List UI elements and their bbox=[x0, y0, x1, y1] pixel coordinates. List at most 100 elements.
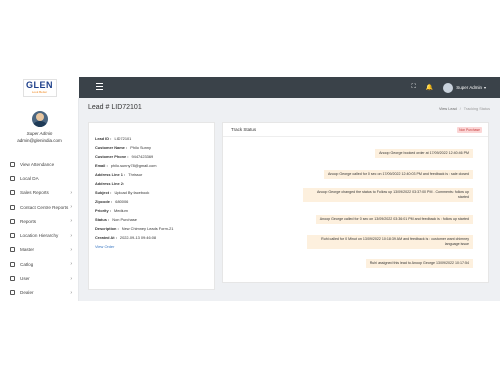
sidebar-item-label: Contact Centre Reports bbox=[20, 204, 69, 210]
sidebar-item-location-hierarchy[interactable]: Location Hierarchy › bbox=[0, 228, 79, 242]
chevron-right-icon: › bbox=[70, 261, 72, 268]
sidebar-item-dealer[interactable]: Dealer › bbox=[0, 286, 79, 300]
chevron-right-icon: › bbox=[70, 218, 72, 225]
sidebar-item-label: View Attendance bbox=[20, 161, 55, 167]
field-label: Address Line 1 : bbox=[95, 172, 126, 177]
breadcrumb-view-lead[interactable]: View Lead bbox=[439, 107, 457, 111]
chart-icon bbox=[10, 190, 15, 196]
chevron-right-icon: › bbox=[70, 275, 72, 282]
field-value: 680006 bbox=[115, 199, 129, 204]
field-zipcode: Zipcode :680006 bbox=[95, 199, 173, 208]
field-customer-phone: Customer Phone :9447423369 bbox=[95, 154, 173, 163]
field-label: Email : bbox=[95, 163, 108, 168]
chevron-right-icon: › bbox=[70, 246, 72, 253]
logo-text: GLEN bbox=[25, 80, 53, 90]
sidebar-menu: View Attendance Local DA Sales Reports › … bbox=[0, 157, 79, 300]
sidebar-item-label: Local DA bbox=[20, 175, 39, 181]
chevron-right-icon: › bbox=[70, 232, 72, 239]
chevron-right-icon: › bbox=[70, 204, 72, 211]
sidebar-item-label: Catlog bbox=[20, 261, 34, 267]
divider bbox=[223, 136, 488, 137]
sidebar-item-user[interactable]: User › bbox=[0, 271, 79, 285]
chevron-down-icon[interactable]: ▾ bbox=[484, 85, 486, 90]
track-message: Anoop George changed the status to Follo… bbox=[303, 188, 473, 202]
field-label: Customer Name : bbox=[95, 145, 128, 150]
app-frame: GLEN Look Better Super Admin admin@gleni… bbox=[0, 77, 500, 301]
sidebar-item-sales-reports[interactable]: Sales Reports › bbox=[0, 186, 79, 200]
field-label: Address Line 2: bbox=[95, 181, 125, 186]
sidebar-item-catlog[interactable]: Catlog › bbox=[0, 257, 79, 271]
breadcrumb: View Lead / Tracking Status bbox=[439, 107, 490, 111]
breadcrumb-current: Tracking Status bbox=[463, 107, 490, 111]
user-avatar[interactable] bbox=[443, 82, 454, 93]
grid-icon bbox=[10, 247, 15, 253]
calendar-icon bbox=[10, 161, 15, 167]
sidebar-item-view-attendance[interactable]: View Attendance bbox=[0, 157, 79, 171]
top-bar: ⛶ 🔔 Super Admin ▾ bbox=[79, 77, 500, 98]
field-value: philo.sunny78@gmail.com bbox=[110, 163, 157, 168]
field-description: Description : New Chimney Leads Form-21 bbox=[95, 226, 173, 235]
view-order-link[interactable]: View Order bbox=[95, 244, 173, 253]
field-address-2: Address Line 2: bbox=[95, 181, 173, 190]
track-status-card: Track Status Non Purchase Anoop George b… bbox=[222, 122, 489, 283]
track-message: Anoop George booked order at 17/09/2022 … bbox=[375, 149, 473, 158]
fullscreen-icon[interactable]: ⛶ bbox=[412, 84, 416, 91]
sidebar-item-label: User bbox=[20, 276, 30, 282]
track-message: Ruhi assigned this lead to Anoop George … bbox=[365, 259, 473, 268]
field-label: Created At : bbox=[95, 235, 117, 240]
phone-icon bbox=[10, 204, 15, 210]
field-label: Zipcode : bbox=[95, 199, 113, 204]
sidebar-item-label: Sales Reports bbox=[20, 190, 49, 196]
field-value: New Chimney Leads Form-21 bbox=[121, 226, 174, 231]
profile-name: Super Admin bbox=[26, 131, 53, 136]
field-label: Lead ID : bbox=[95, 136, 112, 141]
field-label: Priority : bbox=[95, 208, 111, 213]
bell-icon[interactable]: 🔔 bbox=[426, 84, 433, 91]
field-label: Subject : bbox=[95, 190, 112, 195]
chevron-right-icon: › bbox=[70, 189, 72, 196]
field-created-at: Created At :2022-09-13 09:46:08 bbox=[95, 235, 173, 244]
field-customer-name: Customer Name : Philo Sunny bbox=[95, 145, 173, 154]
field-value: Non Purchase bbox=[112, 217, 137, 222]
avatar bbox=[31, 111, 48, 127]
field-value: Thrissur bbox=[128, 172, 143, 177]
field-label: Description : bbox=[95, 226, 119, 231]
top-bar-actions: ⛶ 🔔 Super Admin ▾ bbox=[412, 77, 500, 98]
page-title: Lead # LID72101 bbox=[88, 104, 142, 111]
logo-subtext: Look Better bbox=[31, 90, 48, 94]
sidebar-item-master[interactable]: Master › bbox=[0, 243, 79, 257]
field-email: Email : philo.sunny78@gmail.com bbox=[95, 163, 173, 172]
field-status: Status : Non Purchase bbox=[95, 217, 173, 226]
user-icon bbox=[10, 276, 15, 282]
sidebar-item-label: Location Hierarchy bbox=[20, 233, 59, 239]
menu-toggle-icon[interactable] bbox=[96, 83, 103, 90]
field-label: Customer Phone : bbox=[95, 154, 129, 159]
sidebar-item-label: Dealer bbox=[20, 290, 34, 296]
sidebar-item-contact-centre-reports[interactable]: Contact Centre Reports › bbox=[0, 200, 79, 214]
sidebar-item-label: Reports bbox=[20, 218, 37, 224]
user-menu-name[interactable]: Super Admin bbox=[456, 85, 482, 90]
field-value: LID72101 bbox=[114, 136, 132, 141]
glen-logo[interactable]: GLEN Look Better bbox=[22, 78, 57, 97]
field-address-1: Address Line 1 : Thrissur bbox=[95, 172, 173, 181]
field-value: Upload By facebook bbox=[114, 190, 150, 195]
sidebar-item-reports[interactable]: Reports › bbox=[0, 214, 79, 228]
track-status-title: Track Status bbox=[231, 127, 257, 132]
catalog-icon bbox=[10, 261, 15, 267]
track-message: Ruhi called for 0 Minut on 13/09/2022 10… bbox=[307, 235, 473, 249]
track-message: Anoop George called for 0 sec on 13/09/2… bbox=[315, 215, 473, 224]
location-icon bbox=[10, 233, 15, 239]
lead-fields: Lead ID : LID72101 Customer Name : Philo S… bbox=[95, 136, 173, 253]
profile-email: admin@glenindia.com bbox=[17, 138, 62, 143]
sidebar: GLEN Look Better Super Admin admin@gleni… bbox=[0, 77, 79, 301]
logo-box: GLEN Look Better bbox=[0, 77, 79, 98]
document-icon bbox=[10, 175, 15, 181]
field-value: Philo Sunny bbox=[130, 145, 151, 150]
breadcrumb-separator: / bbox=[459, 107, 461, 111]
sidebar-item-local-da[interactable]: Local DA bbox=[0, 171, 79, 185]
field-label: Status : bbox=[95, 217, 110, 222]
report-icon bbox=[10, 218, 15, 224]
field-subject: Subject : Upload By facebook bbox=[95, 190, 173, 199]
field-lead-id: Lead ID : LID72101 bbox=[95, 136, 173, 145]
field-value: 9447423369 bbox=[131, 154, 154, 159]
